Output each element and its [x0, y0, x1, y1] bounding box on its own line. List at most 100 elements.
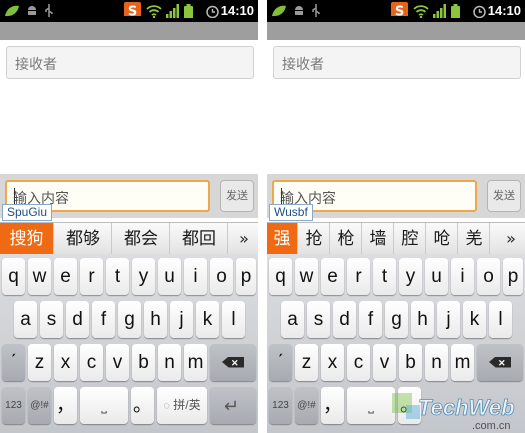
key-w[interactable]: w	[28, 258, 51, 295]
key-g[interactable]: g	[118, 301, 141, 338]
key-c[interactable]: c	[80, 344, 103, 381]
key-o[interactable]: o	[210, 258, 233, 295]
candidate-item[interactable]: 强	[267, 223, 298, 255]
send-button[interactable]: 发送	[487, 180, 521, 212]
send-button[interactable]: 发送	[220, 180, 254, 212]
enter-icon: ↵	[224, 395, 240, 416]
clock: 14:10	[220, 3, 254, 18]
key-separator[interactable]: ˊ	[269, 344, 292, 381]
pinyin-composition: SpuGiu	[2, 204, 53, 221]
key-e[interactable]: e	[54, 258, 77, 295]
candidate-item[interactable]: 腔	[395, 223, 426, 255]
more-candidates-button[interactable]: »	[230, 223, 258, 255]
key-numbers[interactable]: 123	[269, 387, 292, 424]
key-a[interactable]: a	[281, 301, 304, 338]
title-bar	[267, 22, 525, 40]
candidate-bar: 搜狗 都够 都会 都回 »	[0, 222, 258, 255]
key-u[interactable]: u	[158, 258, 181, 295]
key-e[interactable]: e	[321, 258, 344, 295]
key-period[interactable]: 。	[131, 387, 154, 424]
key-k[interactable]: k	[463, 301, 486, 338]
candidate-item[interactable]: 墙	[363, 223, 394, 255]
key-h[interactable]: h	[411, 301, 434, 338]
key-numbers[interactable]: 123	[2, 387, 25, 424]
key-u[interactable]: u	[425, 258, 448, 295]
key-b[interactable]: b	[132, 344, 155, 381]
enter-key[interactable]: ↵	[210, 387, 256, 424]
candidate-item[interactable]: 呛	[427, 223, 458, 255]
screenshot-pair: S 14:10 接收者 输入内容 发送 SpuGiu 搜狗 都够 都会 都回 »	[0, 0, 525, 433]
key-t[interactable]: t	[373, 258, 396, 295]
candidate-item[interactable]: 抢	[299, 223, 330, 255]
space-key[interactable]: ⎵	[347, 387, 395, 424]
usb-icon	[312, 4, 320, 17]
signal-icon	[166, 4, 179, 18]
key-f[interactable]: f	[92, 301, 115, 338]
key-l[interactable]: l	[222, 301, 245, 338]
key-k[interactable]: k	[196, 301, 219, 338]
candidate-item[interactable]: 搜狗	[0, 223, 54, 255]
key-y[interactable]: y	[399, 258, 422, 295]
candidate-item[interactable]: 都回	[171, 223, 228, 255]
key-b[interactable]: b	[399, 344, 422, 381]
key-a[interactable]: a	[14, 301, 37, 338]
key-x[interactable]: x	[54, 344, 77, 381]
key-s[interactable]: s	[307, 301, 330, 338]
key-q[interactable]: q	[269, 258, 292, 295]
candidate-item[interactable]: 枪	[331, 223, 362, 255]
android-debug-icon	[28, 6, 36, 15]
battery-icon	[184, 4, 193, 18]
key-separator[interactable]: ˊ	[2, 344, 25, 381]
key-n[interactable]: n	[425, 344, 448, 381]
key-l[interactable]: l	[489, 301, 512, 338]
svg-text:S: S	[395, 5, 404, 17]
alarm-clock-icon	[473, 5, 486, 18]
candidate-item[interactable]: 都会	[113, 223, 170, 255]
language-switch-key[interactable]: ◌ 拼/英	[157, 387, 207, 424]
key-v[interactable]: v	[106, 344, 129, 381]
space-key[interactable]: ⎵	[80, 387, 128, 424]
key-comma[interactable]: ，	[321, 387, 344, 424]
recipient-field[interactable]: 接收者	[273, 46, 521, 79]
key-y[interactable]: y	[132, 258, 155, 295]
key-symbols[interactable]: @!#	[295, 387, 318, 424]
key-z[interactable]: z	[28, 344, 51, 381]
backspace-key[interactable]: ✕	[477, 344, 523, 381]
recipient-field[interactable]: 接收者	[6, 46, 254, 79]
candidate-item[interactable]: 羌	[459, 223, 490, 255]
key-g[interactable]: g	[385, 301, 408, 338]
key-d[interactable]: d	[333, 301, 356, 338]
key-z[interactable]: z	[295, 344, 318, 381]
key-d[interactable]: d	[66, 301, 89, 338]
usb-icon	[45, 4, 53, 17]
key-p[interactable]: p	[503, 258, 523, 295]
key-i[interactable]: i	[451, 258, 474, 295]
key-p[interactable]: p	[236, 258, 256, 295]
key-j[interactable]: j	[437, 301, 460, 338]
key-j[interactable]: j	[170, 301, 193, 338]
key-w[interactable]: w	[295, 258, 318, 295]
candidate-item[interactable]: 都够	[55, 223, 112, 255]
key-o[interactable]: o	[477, 258, 500, 295]
key-comma[interactable]: ，	[54, 387, 77, 424]
clock: 14:10	[487, 3, 521, 18]
sogou-s-icon: S	[391, 2, 408, 16]
key-s[interactable]: s	[40, 301, 63, 338]
key-c[interactable]: c	[347, 344, 370, 381]
key-symbols[interactable]: @!#	[28, 387, 51, 424]
key-m[interactable]: m	[451, 344, 474, 381]
key-t[interactable]: t	[106, 258, 129, 295]
key-m[interactable]: m	[184, 344, 207, 381]
key-r[interactable]: r	[347, 258, 370, 295]
key-q[interactable]: q	[2, 258, 25, 295]
key-r[interactable]: r	[80, 258, 103, 295]
key-v[interactable]: v	[373, 344, 396, 381]
key-f[interactable]: f	[359, 301, 382, 338]
techweb-watermark: TechWeb .com.cn	[392, 393, 515, 432]
more-candidates-button[interactable]: »	[497, 223, 525, 255]
backspace-key[interactable]: ✕	[210, 344, 256, 381]
key-n[interactable]: n	[158, 344, 181, 381]
key-i[interactable]: i	[184, 258, 207, 295]
key-x[interactable]: x	[321, 344, 344, 381]
key-h[interactable]: h	[144, 301, 167, 338]
